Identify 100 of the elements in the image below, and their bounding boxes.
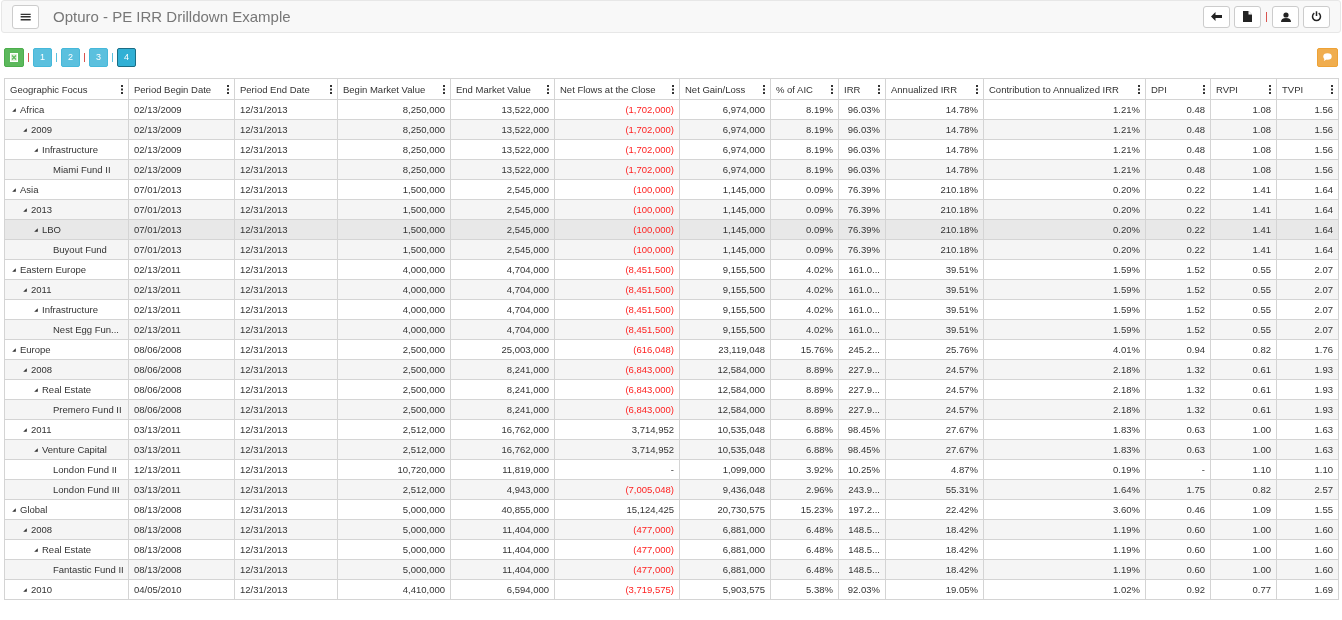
table-cell: (3,719,575)	[554, 579, 680, 600]
table-cell: 13,522,000	[450, 99, 555, 120]
table-row[interactable]: Infrastructure 02/13/2011 12/31/2013 4,000,000 4,704,000 (8,451,500) 9,155,500 4.02% 161.0... 39.51% 1.59% 1.52 0.55 2.07	[4, 299, 1339, 320]
row-label: 2013	[31, 204, 53, 215]
table-row[interactable]: Nest Egg Fun... 02/13/2011 12/31/2013 4,000,000 4,704,000 (8,451,500) 9,155,500 4.02% 161.0... 39.51% 1.59% 1.52 0.55 2.07	[4, 319, 1339, 340]
column-header[interactable]: Contribution to Annualized IRR	[983, 78, 1146, 100]
collapse-icon[interactable]	[33, 387, 39, 394]
column-header[interactable]: Net Gain/Loss	[679, 78, 771, 100]
column-header[interactable]: RVPI	[1210, 78, 1277, 100]
document-icon	[1243, 11, 1252, 22]
column-header[interactable]: IRR	[838, 78, 886, 100]
menu-button[interactable]: ≡	[12, 4, 39, 29]
table-row[interactable]: Miami Fund II 02/13/2009 12/31/2013 8,250,000 13,522,000 (1,702,000) 6,974,000 8.19% 96.03% 14.78% 1.21% 0.48 1.08 1.56	[4, 159, 1339, 180]
row-label: Venture Capital	[42, 444, 107, 455]
table-cell: 8,241,000	[450, 379, 555, 400]
collapse-icon[interactable]	[22, 207, 28, 214]
table-row[interactable]: Asia 07/01/2013 12/31/2013 1,500,000 2,545,000 (100,000) 1,145,000 0.09% 76.39% 210.18% 0.20% 0.22 1.41 1.64	[4, 179, 1339, 200]
excel-export-button[interactable]	[4, 47, 24, 67]
column-header[interactable]: Period Begin Date	[128, 78, 235, 100]
collapse-icon[interactable]	[33, 447, 39, 454]
row-label: Real Estate	[42, 544, 92, 555]
collapse-icon[interactable]	[33, 307, 39, 314]
table-cell: 16,762,000	[450, 419, 555, 440]
table-cell: 04/05/2010	[128, 579, 235, 600]
table-cell: 0.63	[1145, 419, 1211, 440]
document-button[interactable]	[1234, 5, 1261, 28]
row-label: Nest Egg Fun...	[53, 324, 119, 335]
collapse-icon[interactable]	[11, 507, 17, 514]
table-cell: (6,843,000)	[554, 379, 680, 400]
table-cell: 39.51%	[885, 299, 984, 320]
page-title: Opturo - PE IRR Drilldown Example	[53, 8, 292, 25]
power-button[interactable]	[1303, 5, 1330, 28]
collapse-icon[interactable]	[33, 227, 39, 234]
table-row[interactable]: 2008 08/06/2008 12/31/2013 2,500,000 8,241,000 (6,843,000) 12,584,000 8.89% 227.9... 24.57% 2.18% 1.32 0.61 1.93	[4, 359, 1339, 380]
table-cell: 12/31/2013	[234, 379, 338, 400]
table-cell: 11,404,000	[450, 539, 555, 560]
table-cell: 161.0...	[838, 259, 886, 280]
column-header[interactable]: % of AIC	[770, 78, 839, 100]
column-header[interactable]: DPI	[1145, 78, 1211, 100]
table-cell: 0.92	[1145, 579, 1211, 600]
table-row[interactable]: London Fund II 12/13/2011 12/31/2013 10,720,000 11,819,000 - 1,099,000 3.92% 10.25% 4.87% 0.19% - 1.10 1.10	[4, 459, 1339, 480]
collapse-icon[interactable]	[22, 427, 28, 434]
table-cell: 12/31/2013	[234, 179, 338, 200]
column-header[interactable]: Geographic Focus	[4, 78, 129, 100]
table-row[interactable]: Buyout Fund 07/01/2013 12/31/2013 1,500,000 2,545,000 (100,000) 1,145,000 0.09% 76.39% 210.18% 0.20% 0.22 1.41 1.64	[4, 239, 1339, 260]
column-header[interactable]: TVPI	[1276, 78, 1339, 100]
column-header[interactable]: Begin Market Value	[337, 78, 451, 100]
back-button[interactable]	[1203, 5, 1230, 28]
collapse-icon[interactable]	[33, 547, 39, 554]
table-cell: 1.08	[1210, 99, 1277, 120]
table-cell: 8,250,000	[337, 139, 451, 160]
table-row[interactable]: 2008 08/13/2008 12/31/2013 5,000,000 11,404,000 (477,000) 6,881,000 6.48% 148.5... 18.42% 1.19% 0.60 1.00 1.60	[4, 519, 1339, 540]
table-cell: 6,974,000	[679, 139, 771, 160]
table-row[interactable]: 2011 02/13/2011 12/31/2013 4,000,000 4,704,000 (8,451,500) 9,155,500 4.02% 161.0... 39.51% 1.59% 1.52 0.55 2.07	[4, 279, 1339, 300]
table-row[interactable]: Fantastic Fund II 08/13/2008 12/31/2013 5,000,000 11,404,000 (477,000) 6,881,000 6.48% 148.5... 18.42% 1.19% 0.60 1.00 1.60	[4, 559, 1339, 580]
table-row[interactable]: 2010 04/05/2010 12/31/2013 4,410,000 6,594,000 (3,719,575) 5,903,575 5.38% 92.03% 19.05% 1.02% 0.92 0.77 1.69	[4, 579, 1339, 600]
table-row[interactable]: 2011 03/13/2011 12/31/2013 2,512,000 16,762,000 3,714,952 10,535,048 6.88% 98.45% 27.67% 1.83% 0.63 1.00 1.63	[4, 419, 1339, 440]
table-row[interactable]: Europe 08/06/2008 12/31/2013 2,500,000 25,003,000 (616,048) 23,119,048 15.76% 245.2... 25.76% 4.01% 0.94 0.82 1.76	[4, 339, 1339, 360]
table-row[interactable]: Real Estate 08/06/2008 12/31/2013 2,500,000 8,241,000 (6,843,000) 12,584,000 8.89% 227.9... 24.57% 2.18% 1.32 0.61 1.93	[4, 379, 1339, 400]
table-cell: 1.64	[1276, 179, 1339, 200]
collapse-icon[interactable]	[22, 127, 28, 134]
collapse-icon[interactable]	[33, 147, 39, 154]
table-row[interactable]: LBO 07/01/2013 12/31/2013 1,500,000 2,545,000 (100,000) 1,145,000 0.09% 76.39% 210.18% 0.20% 0.22 1.41 1.64	[4, 219, 1339, 240]
table-cell: 3.92%	[770, 459, 839, 480]
table-row[interactable]: Africa 02/13/2009 12/31/2013 8,250,000 13,522,000 (1,702,000) 6,974,000 8.19% 96.03% 14.78% 1.21% 0.48 1.08 1.56	[4, 99, 1339, 120]
column-header[interactable]: End Market Value	[450, 78, 555, 100]
collapse-icon[interactable]	[11, 347, 17, 354]
column-header[interactable]: Period End Date	[234, 78, 338, 100]
row-label: Global	[20, 504, 48, 515]
collapse-icon[interactable]	[22, 527, 28, 534]
table-row[interactable]: Real Estate 08/13/2008 12/31/2013 5,000,000 11,404,000 (477,000) 6,881,000 6.48% 148.5... 18.42% 1.19% 0.60 1.00 1.60	[4, 539, 1339, 560]
collapse-icon[interactable]	[11, 107, 17, 114]
table-cell: 1.55	[1276, 499, 1339, 520]
table-row[interactable]: 2009 02/13/2009 12/31/2013 8,250,000 13,522,000 (1,702,000) 6,974,000 8.19% 96.03% 14.78% 1.21% 0.48 1.08 1.56	[4, 119, 1339, 140]
table-cell: 03/13/2011	[128, 419, 235, 440]
arrow-left-icon	[1211, 12, 1222, 21]
table-cell: 8,250,000	[337, 99, 451, 120]
user-button[interactable]	[1272, 5, 1299, 28]
table-cell: 5.38%	[770, 579, 839, 600]
table-row[interactable]: Infrastructure 02/13/2009 12/31/2013 8,250,000 13,522,000 (1,702,000) 6,974,000 8.19% 96.03% 14.78% 1.21% 0.48 1.08 1.56	[4, 139, 1339, 160]
column-title: Begin Market Value	[343, 83, 426, 95]
table-row[interactable]: Venture Capital 03/13/2011 12/31/2013 2,512,000 16,762,000 3,714,952 10,535,048 6.88% 98.45% 27.67% 1.83% 0.63 1.00 1.63	[4, 439, 1339, 460]
table-row[interactable]: Global 08/13/2008 12/31/2013 5,000,000 40,855,000 15,124,425 20,730,575 15.23% 197.2... 22.42% 3.60% 0.46 1.09 1.55	[4, 499, 1339, 520]
collapse-icon[interactable]	[22, 287, 28, 294]
column-header[interactable]: Net Flows at the Close	[554, 78, 680, 100]
table-row[interactable]: London Fund III 03/13/2011 12/31/2013 2,512,000 4,943,000 (7,005,048) 9,436,048 2.96% 243.9... 55.31% 1.64% 1.75 0.82 2.57	[4, 479, 1339, 500]
table-row[interactable]: Eastern Europe 02/13/2011 12/31/2013 4,000,000 4,704,000 (8,451,500) 9,155,500 4.02% 161.0... 39.51% 1.59% 1.52 0.55 2.07	[4, 259, 1339, 280]
table-row[interactable]: 2013 07/01/2013 12/31/2013 1,500,000 2,545,000 (100,000) 1,145,000 0.09% 76.39% 210.18% 0.20% 0.22 1.41 1.64	[4, 199, 1339, 220]
column-header[interactable]: Annualized IRR	[885, 78, 984, 100]
collapse-icon[interactable]	[22, 587, 28, 594]
table-row[interactable]: Premero Fund II 08/06/2008 12/31/2013 2,500,000 8,241,000 (6,843,000) 12,584,000 8.89% 227.9... 24.57% 2.18% 1.32 0.61 1.93	[4, 399, 1339, 420]
table-cell: 210.18%	[885, 179, 984, 200]
collapse-icon[interactable]	[11, 267, 17, 274]
table-cell: 2.18%	[983, 379, 1146, 400]
collapse-icon[interactable]	[22, 367, 28, 374]
collapse-icon[interactable]	[11, 187, 17, 194]
table-cell: 12/31/2013	[234, 579, 338, 600]
table-cell: 245.2...	[838, 339, 886, 360]
table-cell: 2.07	[1276, 299, 1339, 320]
table-cell: 08/06/2008	[128, 339, 235, 360]
